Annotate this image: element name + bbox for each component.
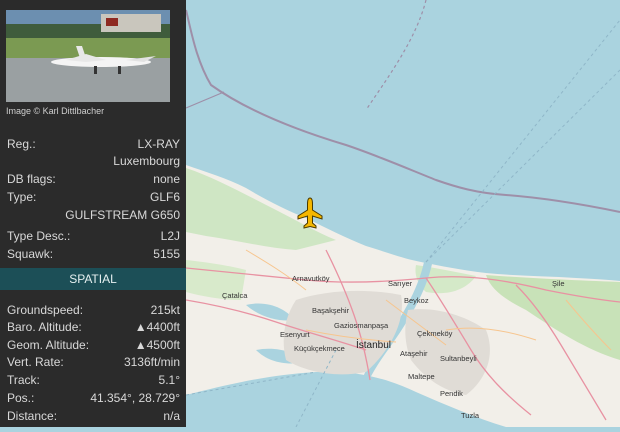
baro-altitude-row: Baro. Altitude: ▲4400ft <box>7 319 180 335</box>
town-label-esenyurt: Esenyurt <box>280 330 311 339</box>
groundspeed-row: Groundspeed: 215kt <box>7 302 180 318</box>
town-label-atasehir: Ataşehir <box>400 349 428 358</box>
geom-altitude-unit: ft <box>173 338 180 352</box>
squawk-label: Squawk: <box>7 247 54 261</box>
town-label-pendik: Pendik <box>440 389 463 398</box>
geom-altitude-row: Geom. Altitude: ▲4500ft <box>7 337 180 353</box>
type-full-value: GULFSTREAM G650 <box>65 208 180 222</box>
baro-altitude-value-wrap: ▲4400ft <box>135 319 180 335</box>
distance-label: Distance: <box>7 409 58 423</box>
town-label-basaksehir: Başakşehir <box>312 306 350 315</box>
vert-rate-unit: ft/min <box>150 355 180 369</box>
baro-altitude-value: ▲4400 <box>134 320 174 334</box>
map-view[interactable]: Arnavutköy Çatalca Sarıyer Beykoz Şile B… <box>185 0 620 428</box>
groundspeed-unit: kt <box>170 303 180 317</box>
type-label: Type: <box>7 190 37 204</box>
spatial-section-header[interactable]: SPATIAL <box>0 268 186 290</box>
geom-altitude-label: Geom. Altitude: <box>7 338 90 352</box>
groundspeed-label: Groundspeed: <box>7 303 84 317</box>
baro-altitude-unit: ft <box>173 320 180 334</box>
aircraft-photo <box>6 10 170 102</box>
town-label-gaziosmanpasa: Gaziosmanpaşa <box>334 321 389 330</box>
vert-rate-value-wrap: 3136ft/min <box>124 354 180 370</box>
typedesc-value: L2J <box>160 229 180 243</box>
vert-rate-row: Vert. Rate: 3136ft/min <box>7 354 180 370</box>
town-label-kucukcekmece: Küçükçekmece <box>294 344 345 353</box>
town-label-maltepe: Maltepe <box>408 372 435 381</box>
squawk-value: 5155 <box>153 247 180 261</box>
position-value: 41.354°, 28.729° <box>90 391 180 405</box>
groundspeed-value-wrap: 215kt <box>151 302 180 318</box>
track-row: Track: 5.1° <box>7 372 180 388</box>
squawk-row: Squawk: 5155 <box>7 246 180 262</box>
vert-rate-label: Vert. Rate: <box>7 355 64 369</box>
photo-credit[interactable]: Image © Karl Dittlbacher <box>6 106 104 116</box>
town-label-cekmekoy: Çekmeköy <box>417 329 453 338</box>
dbflags-label: DB flags: <box>7 172 56 186</box>
groundspeed-value: 215 <box>150 303 171 317</box>
track-value: 5.1° <box>158 373 180 387</box>
position-label: Pos.: <box>7 391 35 405</box>
aircraft-info-panel: Image © Karl Dittlbacher Reg.: LX-RAY Lu… <box>0 0 186 427</box>
typedesc-label: Type Desc.: <box>7 229 71 243</box>
town-label-sile: Şile <box>552 279 565 288</box>
country-value: Luxembourg <box>113 154 180 168</box>
town-label-istanbul: İstanbul <box>356 338 391 351</box>
reg-row: Reg.: LX-RAY <box>7 136 180 152</box>
geom-altitude-value: ▲4500 <box>134 338 174 352</box>
distance-row: Distance: n/a <box>7 408 180 424</box>
reg-value: LX-RAY <box>137 137 180 151</box>
track-label: Track: <box>7 373 40 387</box>
town-label-arnavutkoy: Arnavutköy <box>292 274 330 283</box>
position-row: Pos.: 41.354°, 28.729° <box>7 390 180 406</box>
typedesc-row: Type Desc.: L2J <box>7 228 180 244</box>
town-label-tuzla: Tuzla <box>461 411 480 420</box>
town-label-beykoz: Beykoz <box>404 296 429 305</box>
map-canvas[interactable]: Arnavutköy Çatalca Sarıyer Beykoz Şile B… <box>185 0 620 428</box>
town-label-sariyer: Sarıyer <box>388 279 413 288</box>
type-row: Type: GLF6 <box>7 189 180 205</box>
baro-altitude-label: Baro. Altitude: <box>7 320 82 334</box>
town-label-sultanbeyli: Sultanbeyli <box>440 354 477 363</box>
distance-value: n/a <box>163 409 180 423</box>
dbflags-value: none <box>153 172 180 186</box>
geom-altitude-value-wrap: ▲4500ft <box>135 337 180 353</box>
reg-label: Reg.: <box>7 137 36 151</box>
town-label-catalca: Çatalca <box>222 291 248 300</box>
vert-rate-value: 3136 <box>123 355 151 369</box>
type-value: GLF6 <box>149 190 180 204</box>
dbflags-row: DB flags: none <box>7 171 180 187</box>
